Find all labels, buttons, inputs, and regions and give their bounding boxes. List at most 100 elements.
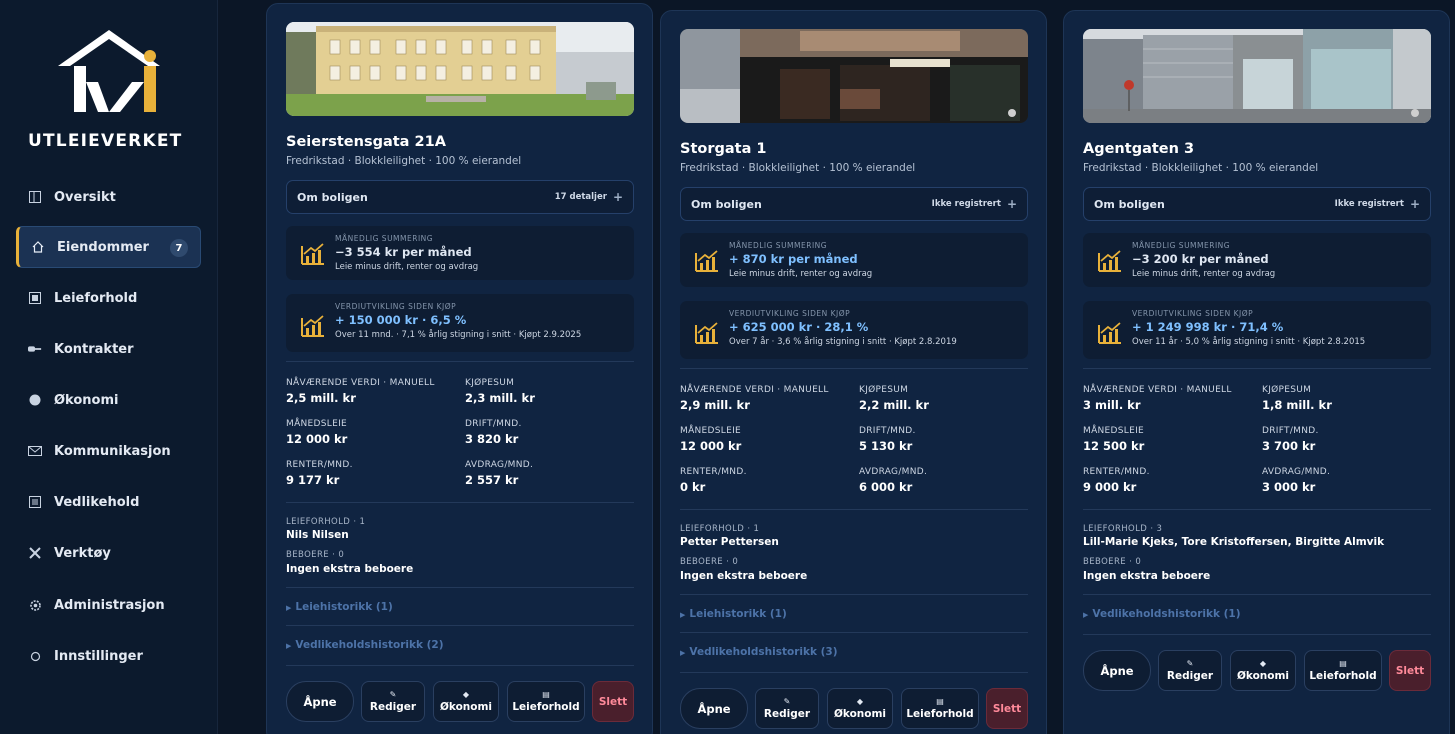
ops-value: 3 700 kr	[1262, 439, 1316, 453]
residents-value: Ingen ekstra beboere	[286, 563, 414, 575]
nav-label: Kommunikasjon	[54, 443, 171, 459]
expand-triangle-icon: ▶	[286, 642, 292, 650]
details-status: Ikke registrert	[1334, 199, 1404, 209]
trend-chart-icon	[1098, 250, 1121, 272]
value-growth-summary: VERDIUTVIKLING SIDEN KJØP + 150 000 kr ·…	[286, 294, 634, 352]
delete-button[interactable]: Slett	[986, 688, 1028, 729]
square-icon	[28, 291, 42, 305]
divider	[680, 672, 1028, 673]
nav-item-verktoy[interactable]: Verktøy	[16, 532, 201, 574]
tenant-names[interactable]: Petter Pettersen	[680, 536, 779, 548]
nav-item-kontrakter[interactable]: Kontrakter	[16, 328, 201, 370]
button-label: Rediger	[369, 701, 417, 713]
property-subtitle: Fredrikstad · Blokkleilighet · 100 % eie…	[1083, 162, 1319, 174]
button-label: Leieforhold	[906, 708, 974, 720]
card-icon: ▤	[542, 690, 550, 699]
expand-triangle-icon: ▶	[680, 649, 686, 657]
button-label: Slett	[1395, 664, 1425, 677]
card-icon: ▤	[936, 697, 944, 706]
economy-button[interactable]: ◆ Økonomi	[827, 688, 893, 729]
delete-button[interactable]: Slett	[1389, 650, 1431, 691]
nav-item-innstillinger[interactable]: Innstillinger	[16, 635, 201, 677]
button-label: Rediger	[1166, 670, 1214, 682]
nav-item-oversikt[interactable]: Oversikt	[16, 176, 201, 218]
nav-item-okonomi[interactable]: Økonomi	[16, 379, 201, 421]
property-subtitle: Fredrikstad · Blokkleilighet · 100 % eie…	[680, 162, 916, 174]
brand-logo[interactable]: UTLEIEVERKET	[26, 26, 191, 151]
about-property-toggle[interactable]: Om boligen 17 detaljer +	[286, 180, 634, 214]
button-label: Åpne	[697, 701, 731, 716]
maintenance-history-toggle[interactable]: ▶ Vedlikeholdshistorikk (2)	[286, 639, 444, 651]
edit-button[interactable]: ✎ Rediger	[1158, 650, 1222, 691]
nav-item-administrasjon[interactable]: Administrasjon	[16, 584, 201, 626]
ops-value: 3 820 kr	[465, 432, 519, 446]
nav-item-eiendommer[interactable]: Eiendommer 7	[16, 226, 201, 268]
open-button[interactable]: Åpne	[1083, 650, 1151, 691]
nav-label: Verktøy	[54, 545, 111, 561]
edit-button[interactable]: ✎ Rediger	[755, 688, 819, 729]
growth-note: Over 7 år · 3,6 % årlig stigning i snitt…	[729, 337, 957, 347]
details-count: 17 detaljer	[554, 192, 607, 202]
monthly-summary: MÅNEDLIG SUMMERING −3 554 kr per måned L…	[286, 226, 634, 280]
button-label: Leieforhold	[512, 701, 580, 713]
edit-button[interactable]: ✎ Rediger	[361, 681, 425, 722]
home-icon	[31, 240, 45, 254]
nav-label: Vedlikehold	[54, 494, 140, 510]
maintenance-history-toggle[interactable]: ▶ Vedlikeholdshistorikk (3)	[680, 646, 838, 658]
value-growth-summary: VERDIUTVIKLING SIDEN KJØP + 625 000 kr ·…	[680, 301, 1028, 359]
interest-label: RENTER/MND.	[286, 460, 353, 470]
plus-icon: +	[1409, 197, 1420, 211]
about-property-toggle[interactable]: Om boligen Ikke registrert +	[680, 187, 1028, 221]
rent-history-toggle[interactable]: ▶ Leiehistorikk (1)	[286, 601, 393, 613]
summary-label: MÅNEDLIG SUMMERING	[1132, 241, 1231, 250]
summary-note: Leie minus drift, renter og avdrag	[729, 269, 873, 279]
trend-chart-icon	[695, 322, 718, 344]
summary-label: MÅNEDLIG SUMMERING	[729, 241, 828, 250]
value-growth-summary: VERDIUTVIKLING SIDEN KJØP + 1 249 998 kr…	[1083, 301, 1431, 359]
about-label: Om boligen	[1094, 197, 1165, 211]
delete-button[interactable]: Slett	[592, 681, 634, 722]
sidebar: UTLEIEVERKET Oversikt Eiendommer 7 Leief…	[0, 0, 218, 734]
nav-item-kommunikasjon[interactable]: Kommunikasjon	[16, 430, 201, 472]
about-property-toggle[interactable]: Om boligen Ikke registrert +	[1083, 187, 1431, 221]
house-logo-icon	[58, 30, 160, 112]
divider	[286, 361, 634, 362]
summary-value: + 870 kr per måned	[729, 252, 858, 266]
tenant-names[interactable]: Nils Nilsen	[286, 529, 349, 541]
interest-label: RENTER/MND.	[1083, 467, 1150, 477]
nav-item-leieforhold[interactable]: Leieforhold	[16, 277, 201, 319]
rent-history-toggle[interactable]: ▶ Leiehistorikk (1)	[680, 608, 787, 620]
current-value-label: NÅVÆRENDE VERDI · MANUELL	[680, 385, 829, 395]
divider	[1083, 634, 1431, 635]
gear-icon	[28, 598, 42, 612]
street-photo	[680, 29, 1028, 123]
property-photo[interactable]	[286, 22, 634, 116]
economy-button[interactable]: ◆ Økonomi	[433, 681, 499, 722]
residents-value: Ingen ekstra beboere	[680, 570, 808, 582]
details-status: Ikke registrert	[931, 199, 1001, 209]
open-button[interactable]: Åpne	[680, 688, 748, 729]
property-photo[interactable]	[680, 29, 1028, 123]
economy-button[interactable]: ◆ Økonomi	[1230, 650, 1296, 691]
pencil-icon: ✎	[783, 697, 791, 706]
interest-value: 9 000 kr	[1083, 480, 1137, 494]
maintenance-history-toggle[interactable]: ▶ Vedlikeholdshistorikk (1)	[1083, 608, 1241, 620]
tenancy-button[interactable]: ▤ Leieforhold	[1304, 650, 1382, 691]
residents-label: BEBOERE · 0	[1083, 557, 1142, 567]
divider	[680, 594, 1028, 595]
tenancy-button[interactable]: ▤ Leieforhold	[901, 688, 979, 729]
property-title[interactable]: Storgata 1	[680, 141, 767, 157]
mail-icon	[28, 444, 42, 458]
summary-label: MÅNEDLIG SUMMERING	[335, 234, 434, 243]
nav-item-vedlikehold[interactable]: Vedlikehold	[16, 481, 201, 523]
ops-label: DRIFT/MND.	[859, 426, 916, 436]
expand-triangle-icon: ▶	[1083, 611, 1089, 619]
about-details: Ikke registrert +	[1335, 197, 1420, 211]
open-button[interactable]: Åpne	[286, 681, 354, 722]
property-photo[interactable]	[1083, 29, 1431, 123]
diamond-icon: ◆	[1259, 659, 1267, 668]
property-title[interactable]: Seierstensgata 21A	[286, 134, 446, 150]
tenant-names[interactable]: Lill-Marie Kjeks, Tore Kristoffersen, Bi…	[1083, 536, 1384, 548]
property-title[interactable]: Agentgaten 3	[1083, 141, 1194, 157]
tenancy-button[interactable]: ▤ Leieforhold	[507, 681, 585, 722]
